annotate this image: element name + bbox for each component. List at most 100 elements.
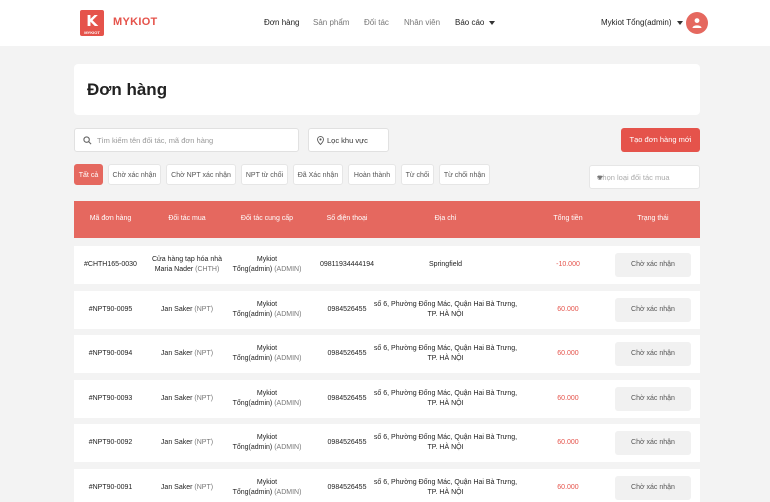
supplier-cell: Mykiot Tổng(admin) (ADMIN) (227, 291, 307, 329)
supplier-name-line2: Tổng(admin) (232, 355, 273, 362)
address-line1: số 6, Phường Đống Mác, Quận Hai Bà Trưng… (373, 301, 518, 308)
total-cell: 60.000 (557, 306, 579, 313)
total-cell: 60.000 (557, 439, 579, 446)
tab-all[interactable]: Tất cả (74, 164, 103, 185)
status-badge[interactable]: Chờ xác nhận (615, 476, 691, 500)
supplier-name-line2: Tổng(admin) (232, 311, 273, 318)
table-row[interactable]: #NPT90-0095 Jan Saker (NPT) Mykiot Tổng(a… (74, 291, 700, 329)
supplier-name-line1: Mykiot (256, 256, 278, 263)
supplier-tag: (ADMIN) (274, 489, 302, 496)
supplier-cell: Mykiot Tổng(admin) (ADMIN) (227, 469, 307, 502)
tab-pending-npt[interactable]: Chờ NPT xác nhận (166, 164, 236, 185)
user-icon (692, 18, 702, 28)
tab-confirmed[interactable]: Đã Xác nhận (293, 164, 343, 185)
column-header-buyer[interactable]: Đối tác mua (147, 215, 227, 222)
status-badge[interactable]: Chờ xác nhận (615, 342, 691, 366)
address-line2: TP. HÀ NỘI (427, 400, 464, 407)
order-code[interactable]: #NPT90-0094 (74, 335, 147, 373)
user-name-label: Mykiot Tổng(admin) (601, 18, 672, 27)
total-cell: -10.000 (556, 261, 580, 268)
user-menu[interactable]: Mykiot Tổng(admin) (601, 18, 683, 27)
chevron-down-icon (489, 20, 496, 25)
search-input[interactable] (97, 133, 292, 148)
column-header-address[interactable]: Địa chỉ (373, 215, 518, 222)
buyer-tag: (NPT) (194, 350, 214, 357)
avatar[interactable] (686, 12, 708, 34)
supplier-tag: (ADMIN) (274, 444, 302, 451)
top-navbar: K MYKIOT MYKIOT Đơn hàng Sản phẩm Đối tá… (0, 0, 770, 46)
region-filter[interactable]: Lọc khu vực (308, 128, 389, 152)
buyer-name: Jan Saker (160, 306, 193, 313)
column-header-total[interactable]: Tổng tiền (538, 215, 598, 222)
buyer-cell: Jan Saker (NPT) (147, 469, 227, 502)
buyer-name: Jan Saker (160, 439, 193, 446)
nav-products[interactable]: Sản phẩm (313, 18, 349, 27)
order-code[interactable]: #NPT90-0092 (74, 424, 147, 462)
status-badge[interactable]: Chờ xác nhận (615, 431, 691, 455)
nav-reports[interactable]: Báo cáo (455, 18, 496, 27)
region-filter-label: Lọc khu vực (327, 136, 368, 145)
buyer-cell: Jan Saker (NPT) (147, 335, 227, 373)
address-line1: số 6, Phường Đống Mác, Quận Hai Bà Trưng… (373, 390, 518, 397)
supplier-name-line2: Tổng(admin) (232, 400, 273, 407)
create-order-button[interactable]: Tạo đơn hàng mới (621, 128, 700, 152)
partner-type-select[interactable]: Chọn loại đối tác mua (589, 165, 700, 189)
nav-staff[interactable]: Nhân viên (404, 18, 440, 27)
supplier-name-line2: Tổng(admin) (232, 444, 273, 451)
buyer-name: Jan Saker (160, 350, 193, 357)
address-cell: số 6, Phường Đống Mác, Quận Hai Bà Trưng… (373, 335, 518, 373)
status-badge[interactable]: Chờ xác nhận (615, 298, 691, 322)
table-row[interactable]: #NPT90-0092 Jan Saker (NPT) Mykiot Tổng(a… (74, 424, 700, 462)
nav-partners[interactable]: Đối tác (364, 18, 389, 27)
address-cell: số 6, Phường Đống Mác, Quận Hai Bà Trưng… (373, 291, 518, 329)
address-line1: số 6, Phường Đống Mác, Quận Hai Bà Trưng… (373, 345, 518, 352)
table-row[interactable]: #NPT90-0091 Jan Saker (NPT) Mykiot Tổng(a… (74, 469, 700, 502)
address-line1: số 6, Phường Đống Mác, Quận Hai Bà Trưng… (373, 434, 518, 441)
brand-name[interactable]: MYKIOT (113, 16, 158, 28)
order-code[interactable]: #NPT90-0091 (74, 469, 147, 502)
tab-refused-receipt[interactable]: Từ chối nhận (439, 164, 490, 185)
order-code[interactable]: #NPT90-0093 (74, 380, 147, 418)
supplier-name-line2: Tổng(admin) (232, 266, 273, 273)
supplier-name-line1: Mykiot (256, 479, 278, 486)
table-row[interactable]: #NPT90-0094 Jan Saker (NPT) Mykiot Tổng(a… (74, 335, 700, 373)
column-header-supplier[interactable]: Đối tác cung cấp (227, 215, 307, 222)
address-cell: Springfield (373, 246, 518, 284)
column-header-status[interactable]: Trạng thái (615, 215, 691, 222)
tab-pending[interactable]: Chờ xác nhận (108, 164, 161, 185)
supplier-name-line1: Mykiot (256, 345, 278, 352)
search-box[interactable] (74, 128, 299, 152)
status-badge[interactable]: Chờ xác nhận (615, 253, 691, 277)
tab-npt-rejected[interactable]: NPT từ chối (241, 164, 288, 185)
status-badge[interactable]: Chờ xác nhận (615, 387, 691, 411)
address-line1: số 6, Phường Đống Mác, Quận Hai Bà Trưng… (373, 479, 518, 486)
tab-rejected[interactable]: Từ chối (401, 164, 434, 185)
address-line1: Springfield (428, 261, 463, 268)
table-row[interactable]: #NPT90-0093 Jan Saker (NPT) Mykiot Tổng(a… (74, 380, 700, 418)
supplier-cell: Mykiot Tổng(admin) (ADMIN) (227, 335, 307, 373)
page-title: Đơn hàng (87, 80, 168, 99)
address-cell: số 6, Phường Đống Mác, Quận Hai Bà Trưng… (373, 469, 518, 502)
total-cell: 60.000 (557, 350, 579, 357)
address-cell: số 6, Phường Đống Mác, Quận Hai Bà Trưng… (373, 424, 518, 462)
table-row[interactable]: #CHTH165-0030 Cửa hàng tạp hóa nhà Maria … (74, 246, 700, 284)
address-line2: TP. HÀ NỘI (427, 489, 464, 496)
supplier-tag: (ADMIN) (274, 400, 302, 407)
supplier-name-line1: Mykiot (256, 301, 278, 308)
nav-reports-label: Báo cáo (455, 18, 485, 27)
buyer-tag: (NPT) (194, 484, 214, 491)
search-icon (83, 136, 92, 145)
tab-completed[interactable]: Hoàn thành (348, 164, 396, 185)
nav-orders[interactable]: Đơn hàng (264, 18, 300, 27)
supplier-name-line1: Mykiot (256, 434, 278, 441)
total-cell: 60.000 (557, 484, 579, 491)
buyer-cell: Jan Saker (NPT) (147, 380, 227, 418)
page-header-card: Đơn hàng (74, 64, 700, 115)
order-code[interactable]: #NPT90-0095 (74, 291, 147, 329)
buyer-cell: Jan Saker (NPT) (147, 291, 227, 329)
order-code[interactable]: #CHTH165-0030 (74, 246, 147, 284)
column-header-code[interactable]: Mã đơn hàng (74, 215, 147, 222)
supplier-cell: Mykiot Tổng(admin) (ADMIN) (227, 380, 307, 418)
address-line2: TP. HÀ NỘI (427, 311, 464, 318)
brand-logo[interactable]: K MYKIOT (80, 10, 104, 36)
